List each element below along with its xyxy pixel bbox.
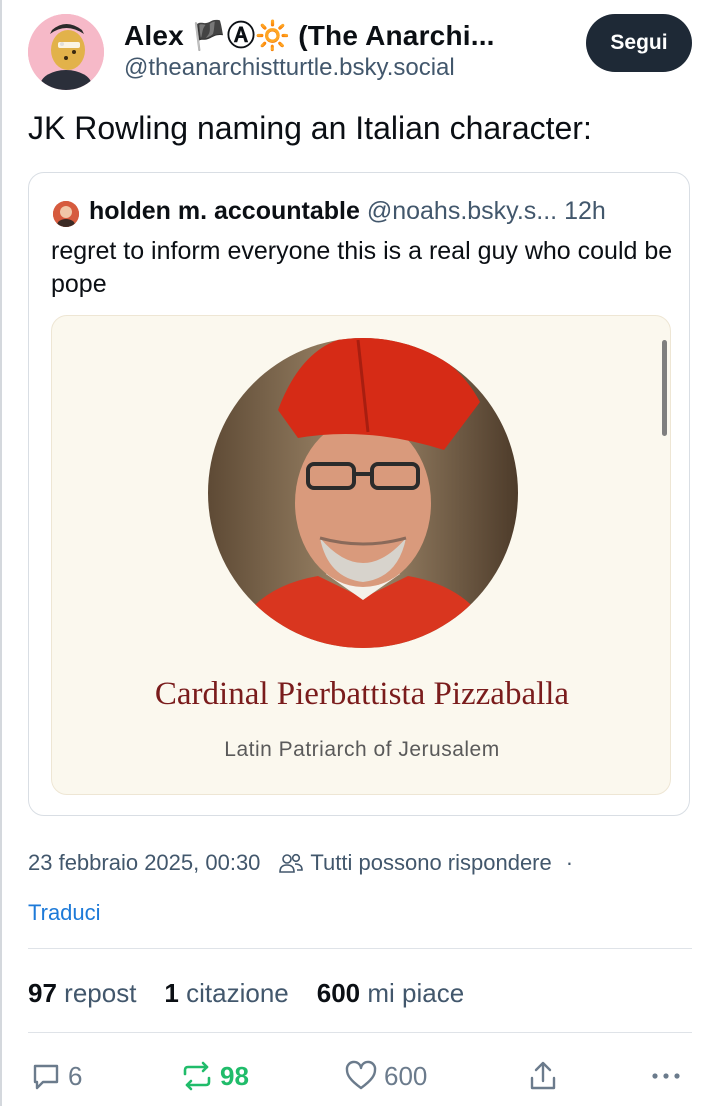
quoted-post-time: 12h bbox=[564, 197, 606, 225]
repost-button[interactable]: 98 bbox=[180, 1058, 249, 1094]
translate-link[interactable]: Traduci bbox=[28, 900, 101, 926]
like-button[interactable]: 600 bbox=[344, 1058, 427, 1094]
more-options-button[interactable] bbox=[650, 1058, 682, 1094]
likes-stat[interactable]: 600 mi piace bbox=[317, 978, 464, 1009]
people-icon bbox=[278, 852, 304, 874]
quoted-author-name[interactable]: holden m. accountable bbox=[89, 197, 360, 225]
share-button[interactable] bbox=[528, 1058, 558, 1094]
quoted-author-avatar[interactable] bbox=[53, 201, 79, 227]
divider bbox=[28, 948, 692, 949]
reply-count: 6 bbox=[68, 1060, 83, 1091]
link-card[interactable]: Cardinal Pierbattista Pizzaballa Latin P… bbox=[51, 315, 671, 795]
quotes-stat[interactable]: 1 citazione bbox=[164, 978, 288, 1009]
reposts-stat[interactable]: 97 repost bbox=[28, 978, 136, 1009]
repost-count: 98 bbox=[220, 1060, 249, 1091]
left-border bbox=[0, 0, 2, 1106]
post-meta: 23 febbraio 2025, 00:30 Tutti possono ri… bbox=[28, 850, 573, 876]
author-avatar[interactable] bbox=[28, 14, 104, 90]
card-subtitle: Latin Patriarch of Jerusalem bbox=[224, 738, 500, 761]
quoted-author-handle[interactable]: @noahs.bsky.s... bbox=[367, 197, 557, 225]
reply-icon bbox=[33, 1064, 59, 1090]
post-stats: 97 repost 1 citazione 600 mi piace bbox=[28, 978, 464, 1009]
card-scrollbar[interactable] bbox=[662, 340, 667, 436]
heart-icon bbox=[345, 1060, 377, 1090]
post-timestamp[interactable]: 23 febbraio 2025, 00:30 bbox=[28, 850, 260, 876]
quoted-post[interactable]: holden m. accountable @noahs.bsky.s... 1… bbox=[28, 172, 690, 816]
card-title: Cardinal Pierbattista Pizzaballa bbox=[154, 676, 570, 712]
quoted-post-header: holden m. accountable @noahs.bsky.s... 1… bbox=[89, 197, 606, 226]
cardinal-portrait-image bbox=[208, 338, 518, 648]
reply-setting[interactable]: Tutti possono rispondere bbox=[310, 850, 551, 876]
divider bbox=[28, 1032, 692, 1033]
reply-button[interactable]: 6 bbox=[30, 1058, 82, 1094]
repost-icon bbox=[183, 1061, 211, 1091]
author-name[interactable]: Alex 🏴Ⓐ🔆 (The Anarchi... bbox=[124, 14, 495, 54]
more-icon bbox=[652, 1073, 680, 1079]
post-text: JK Rowling naming an Italian character: bbox=[28, 110, 592, 146]
follow-button[interactable]: Segui bbox=[586, 14, 692, 72]
share-icon bbox=[530, 1061, 556, 1090]
quoted-post-text: regret to inform everyone this is a real… bbox=[51, 237, 673, 298]
like-count: 600 bbox=[384, 1060, 428, 1091]
meta-separator: · bbox=[565, 850, 574, 875]
author-handle[interactable]: @theanarchistturtle.bsky.social bbox=[124, 54, 455, 82]
